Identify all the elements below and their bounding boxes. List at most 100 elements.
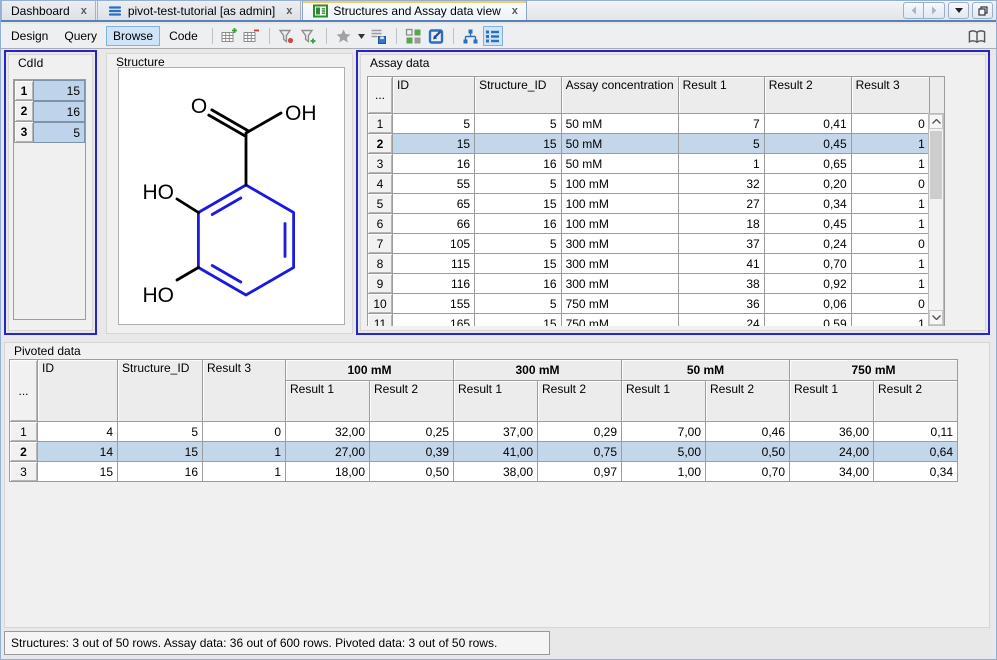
table-cell[interactable]: 38,00 [454, 462, 538, 482]
table-cell[interactable]: 116 [393, 274, 475, 294]
book-icon[interactable] [967, 26, 987, 46]
table-cell[interactable]: 300 mM [561, 274, 678, 294]
pivot-group-header[interactable]: 300 mM [454, 360, 622, 381]
scrollbar-thumb[interactable] [930, 131, 942, 199]
close-icon[interactable]: x [286, 6, 292, 16]
table-cell[interactable]: 0,41 [764, 114, 851, 134]
table-cell[interactable]: 0,25 [370, 422, 454, 442]
table-cell[interactable]: 15 [475, 254, 561, 274]
table-cell[interactable]: 32 [678, 174, 764, 194]
table-cell[interactable]: 4 [38, 422, 118, 442]
table-cell[interactable]: 34,00 [790, 462, 874, 482]
table-cell[interactable]: 36,00 [790, 422, 874, 442]
caret-down-icon[interactable] [356, 26, 367, 46]
table-cell[interactable]: 66 [393, 214, 475, 234]
table-row[interactable]: 66616100 mM180,451 [368, 214, 945, 234]
table-cell[interactable]: 0 [203, 422, 286, 442]
table-cell[interactable]: 32,00 [286, 422, 370, 442]
tab-pivot-test-tutorial[interactable]: pivot-test-tutorial [as admin] x [97, 0, 302, 20]
row-header-cell[interactable]: 5 [368, 194, 393, 214]
close-icon[interactable]: x [512, 6, 518, 16]
table-row[interactable]: 71055300 mM370,240 [368, 234, 945, 254]
table-cell[interactable]: 55 [393, 174, 475, 194]
table-cell[interactable]: 0,59 [764, 314, 851, 327]
table-cell[interactable]: 100 mM [561, 194, 678, 214]
table-row[interactable]: 2151550 mM50,451 [368, 134, 945, 154]
table-row[interactable]: 3161650 mM10,651 [368, 154, 945, 174]
row-header-cell[interactable]: 2 [368, 134, 393, 154]
table-cell[interactable]: 50 mM [561, 154, 678, 174]
row-header-cell[interactable]: 9 [368, 274, 393, 294]
table-cell[interactable]: 5 [475, 234, 561, 254]
table-cell[interactable]: 0,29 [538, 422, 622, 442]
table-cell[interactable]: 0,24 [764, 234, 851, 254]
column-header[interactable]: Result 1 [286, 381, 370, 422]
table-cell[interactable]: 15 [38, 462, 118, 482]
row-header-cell[interactable]: 3 [14, 122, 34, 143]
table-cell[interactable]: 37,00 [454, 422, 538, 442]
table-cell[interactable]: 750 mM [561, 294, 678, 314]
table-cell[interactable]: 27,00 [286, 442, 370, 462]
table-cell[interactable]: 15 [393, 134, 475, 154]
scroll-up-icon[interactable] [929, 114, 943, 129]
table-cell[interactable]: 105 [393, 234, 475, 254]
scroll-tabs-left-button[interactable] [903, 2, 924, 19]
column-settings-button[interactable]: ... [368, 77, 393, 114]
add-row-icon[interactable] [220, 26, 240, 46]
column-header[interactable]: Result 1 [678, 77, 764, 114]
column-header[interactable]: ID [38, 360, 118, 422]
table-cell[interactable]: 100 mM [561, 214, 678, 234]
table-cell[interactable]: 41,00 [454, 442, 538, 462]
tab-structures-assay-view[interactable]: Structures and Assay data view x [302, 0, 527, 20]
table-cell[interactable]: 16 [33, 101, 85, 122]
table-cell[interactable]: 0,06 [764, 294, 851, 314]
table-row[interactable]: 21415127,000,3941,000,755,000,5024,000,6… [10, 442, 958, 462]
table-cell[interactable]: 0 [851, 174, 929, 194]
structure-canvas[interactable]: O OH HO HO [118, 67, 345, 325]
table-cell[interactable]: 0,50 [370, 462, 454, 482]
column-header[interactable]: Result 2 [370, 381, 454, 422]
table-cell[interactable]: 1 [851, 194, 929, 214]
table-cell[interactable]: 16 [118, 462, 203, 482]
table-cell[interactable]: 0,45 [764, 134, 851, 154]
column-header[interactable]: Result 2 [706, 381, 790, 422]
table-cell[interactable]: 300 mM [561, 234, 678, 254]
table-cell[interactable]: 750 mM [561, 314, 678, 327]
table-cell[interactable]: 15 [475, 314, 561, 327]
table-cell[interactable]: 0,11 [874, 422, 958, 442]
column-header[interactable]: Result 1 [622, 381, 706, 422]
row-header-cell[interactable]: 10 [368, 294, 393, 314]
row-header-cell[interactable]: 1 [10, 422, 38, 442]
table-cell[interactable]: 1 [851, 254, 929, 274]
row-header-cell[interactable]: 3 [368, 154, 393, 174]
maximize-window-button[interactable] [972, 2, 993, 19]
table-cell[interactable]: 0 [851, 114, 929, 134]
add-filter-icon[interactable] [299, 26, 319, 46]
table-row[interactable]: 145032,000,2537,000,297,000,4636,000,11 [10, 422, 958, 442]
row-header-cell[interactable]: 11 [368, 314, 393, 327]
table-cell[interactable]: 5 [475, 114, 561, 134]
table-cell[interactable]: 5 [33, 122, 85, 143]
code-mode-button[interactable]: Code [162, 26, 205, 46]
column-header[interactable]: Assay concentration [561, 77, 678, 114]
table-cell[interactable]: 14 [38, 442, 118, 462]
table-cell[interactable]: 0 [851, 234, 929, 254]
table-cell[interactable]: 1 [851, 274, 929, 294]
table-cell[interactable]: 300 mM [561, 254, 678, 274]
table-cell[interactable]: 37 [678, 234, 764, 254]
column-header[interactable]: Result 3 [851, 77, 929, 114]
filter-icon[interactable] [277, 26, 297, 46]
table-cell[interactable]: 0,75 [538, 442, 622, 462]
row-header-cell[interactable]: 1 [14, 80, 34, 101]
table-cell[interactable]: 0,34 [874, 462, 958, 482]
table-cell[interactable]: 0,92 [764, 274, 851, 294]
table-cell[interactable]: 50 mM [561, 114, 678, 134]
column-header[interactable]: Structure_ID [118, 360, 203, 422]
table-cell[interactable]: 16 [475, 154, 561, 174]
close-icon[interactable]: x [81, 6, 87, 16]
column-header[interactable]: Result 2 [874, 381, 958, 422]
column-header[interactable]: Structure_ID [475, 77, 561, 114]
table-cell[interactable]: 1 [851, 314, 929, 327]
scroll-down-icon[interactable] [929, 310, 943, 325]
table-cell[interactable]: 0,34 [764, 194, 851, 214]
